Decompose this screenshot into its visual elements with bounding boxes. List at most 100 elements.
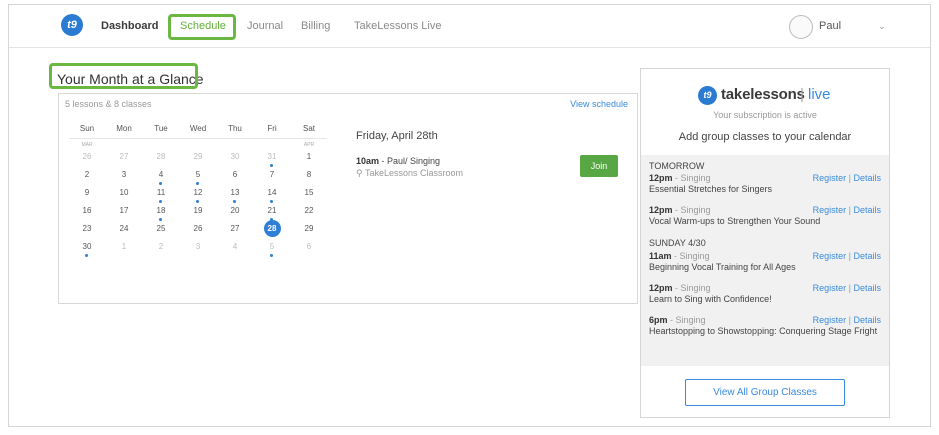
- class-subject: Singing: [680, 283, 711, 293]
- class-title: Vocal Warm-ups to Strengthen Your Sound: [649, 216, 821, 226]
- event-description: - Paul/ Singing: [379, 156, 441, 166]
- calendar-day[interactable]: 29: [291, 224, 327, 233]
- calendar-day[interactable]: 17: [106, 206, 142, 215]
- calendar-day[interactable]: 23: [69, 224, 105, 233]
- details-link[interactable]: Details: [853, 251, 881, 261]
- calendar-day[interactable]: 25: [143, 224, 179, 233]
- month-glance-card: 5 lessons & 8 classes View schedule Sun …: [58, 93, 638, 304]
- panel-header: t9 takelessons | live Your subscription …: [641, 69, 889, 149]
- view-schedule-link[interactable]: View schedule: [570, 99, 628, 109]
- details-link[interactable]: Details: [853, 173, 881, 183]
- chevron-down-icon[interactable]: ⌄: [878, 5, 886, 48]
- class-subject: Singing: [679, 251, 710, 261]
- nav-journal[interactable]: Journal: [247, 5, 283, 48]
- calendar-day[interactable]: 3: [106, 170, 142, 179]
- calendar-day[interactable]: 13: [217, 188, 253, 197]
- calendar-day[interactable]: 19: [180, 206, 216, 215]
- calendar-day[interactable]: 2: [69, 170, 105, 179]
- details-link[interactable]: Details: [853, 315, 881, 325]
- register-link[interactable]: Register: [813, 315, 847, 325]
- view-all-group-classes-button[interactable]: View All Group Classes: [685, 379, 845, 406]
- calendar-day[interactable]: 27: [106, 152, 142, 161]
- event-location-row: ⚲ TakeLessons Classroom: [356, 168, 463, 179]
- month-label-row: MAR APR: [69, 142, 327, 152]
- calendar-day[interactable]: 28: [143, 152, 179, 161]
- register-link[interactable]: Register: [813, 173, 847, 183]
- calendar-day[interactable]: 26: [69, 152, 105, 161]
- calendar-day[interactable]: 8: [291, 170, 327, 179]
- list-item: 12pm - Singing Register | Details Vocal …: [649, 205, 881, 227]
- weekday-thu: Thu: [228, 124, 242, 133]
- calendar-day[interactable]: 29: [180, 152, 216, 161]
- calendar-day[interactable]: 5: [180, 170, 216, 179]
- calendar-day[interactable]: 20: [217, 206, 253, 215]
- class-time: 12pm: [649, 173, 673, 183]
- event-dot: [270, 200, 273, 203]
- selected-day-title: Friday, April 28th: [356, 130, 438, 142]
- month-label-mar: MAR: [81, 142, 93, 148]
- group-heading-tomorrow: TOMORROW: [649, 161, 705, 171]
- user-name[interactable]: Paul: [819, 5, 841, 48]
- top-navbar: t9 Dashboard Schedule Journal Billing Ta…: [9, 5, 930, 48]
- register-link[interactable]: Register: [813, 283, 847, 293]
- calendar-day[interactable]: 16: [69, 206, 105, 215]
- nav-dashboard[interactable]: Dashboard: [101, 5, 158, 48]
- location-pin-icon: ⚲: [356, 168, 365, 178]
- class-title: Beginning Vocal Training for All Ages: [649, 262, 796, 272]
- add-classes-heading: Add group classes to your calendar: [678, 131, 852, 143]
- calendar-day[interactable]: 4: [217, 242, 253, 251]
- calendar-day-selected[interactable]: 28: [254, 220, 290, 237]
- calendar-day[interactable]: 9: [69, 188, 105, 197]
- details-link[interactable]: Details: [853, 205, 881, 215]
- calendar-day[interactable]: 12: [180, 188, 216, 197]
- class-actions: Register | Details: [812, 173, 881, 183]
- calendar-day[interactable]: 27: [217, 224, 253, 233]
- class-time: 12pm: [649, 205, 673, 215]
- weekday-mon: Mon: [116, 124, 132, 133]
- class-title: Essential Stretches for Singers: [649, 184, 773, 194]
- today-marker: 28: [263, 220, 281, 237]
- event-dot: [270, 164, 273, 167]
- class-subject: Singing: [680, 205, 711, 215]
- calendar-day[interactable]: 4: [143, 170, 179, 179]
- calendar-day[interactable]: 14: [254, 188, 290, 197]
- join-button[interactable]: Join: [580, 155, 618, 177]
- calendar-divider: [69, 138, 327, 139]
- list-item: 6pm - Singing Register | Details Heartst…: [649, 315, 881, 337]
- takelessons-logo-icon[interactable]: t9: [61, 14, 83, 36]
- event-dot: [196, 182, 199, 185]
- calendar-day[interactable]: 24: [106, 224, 142, 233]
- details-link[interactable]: Details: [853, 283, 881, 293]
- nav-takelessons-live[interactable]: TakeLessons Live: [354, 5, 441, 48]
- calendar-day[interactable]: 2: [143, 242, 179, 251]
- calendar-day[interactable]: 31: [254, 152, 290, 161]
- calendar-day[interactable]: 6: [291, 242, 327, 251]
- calendar-day[interactable]: 7: [254, 170, 290, 179]
- calendar-day[interactable]: 22: [291, 206, 327, 215]
- calendar-week: 26 27 28 29 30 31 1: [69, 152, 327, 170]
- calendar-day[interactable]: 21: [254, 206, 290, 215]
- calendar-day[interactable]: 26: [180, 224, 216, 233]
- event-summary: 10am - Paul/ Singing: [356, 156, 440, 166]
- calendar-day[interactable]: 11: [143, 188, 179, 197]
- event-dot: [233, 200, 236, 203]
- calendar-day[interactable]: 3: [180, 242, 216, 251]
- calendar-day[interactable]: 1: [291, 152, 327, 161]
- calendar-day[interactable]: 1: [106, 242, 142, 251]
- nav-billing[interactable]: Billing: [301, 5, 330, 48]
- calendar-day[interactable]: 6: [217, 170, 253, 179]
- calendar-day[interactable]: 10: [106, 188, 142, 197]
- weekday-sun: Sun: [79, 124, 95, 133]
- subscription-status: Your subscription is active: [713, 110, 817, 120]
- class-actions: Register | Details: [812, 283, 881, 293]
- calendar-day[interactable]: 5: [254, 242, 290, 251]
- calendar-day[interactable]: 30: [69, 242, 105, 251]
- register-link[interactable]: Register: [813, 251, 847, 261]
- calendar-day[interactable]: 30: [217, 152, 253, 161]
- brand-wordmark: takelessons: [721, 86, 805, 103]
- calendar-day[interactable]: 15: [291, 188, 327, 197]
- list-item: 11am - Singing Register | Details Beginn…: [649, 251, 881, 273]
- register-link[interactable]: Register: [813, 205, 847, 215]
- calendar-day[interactable]: 18: [143, 206, 179, 215]
- avatar[interactable]: [789, 15, 813, 39]
